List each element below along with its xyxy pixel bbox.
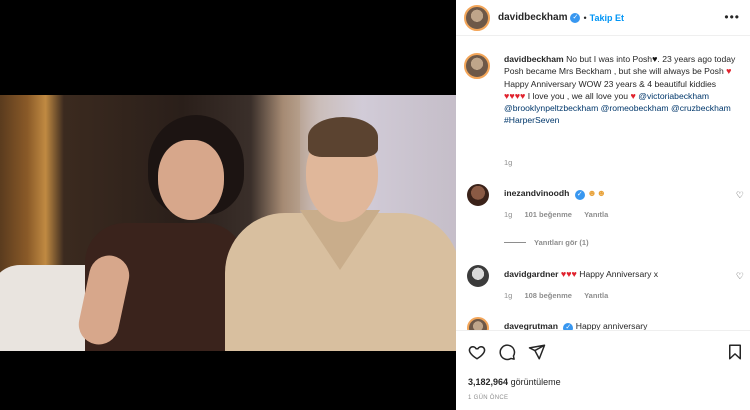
share-send-icon[interactable] [528, 343, 546, 361]
like-heart-icon[interactable] [468, 343, 486, 361]
post-panel: davidbeckham ✓ • Takip Et ••• davidbeckh… [456, 0, 750, 410]
comment-username[interactable]: davidgardner [504, 269, 558, 279]
caption-avatar[interactable] [464, 53, 490, 79]
save-bookmark-icon[interactable] [726, 343, 744, 361]
video-player[interactable] [0, 95, 456, 351]
comment-reply-button[interactable]: Yanıtla [584, 291, 608, 300]
verified-badge-icon: ✓ [570, 12, 581, 23]
red-hearts-icon: ♥♥♥♥ [504, 90, 526, 101]
video-person-left-face [158, 140, 224, 220]
comment-meta: 1g 108 beğenme Yanıtla [504, 291, 618, 300]
comment-body: davidgardner ♥♥♥ Happy Anniversary x [504, 269, 658, 279]
comment-time: 1g [504, 291, 513, 300]
caption-text: davidbeckham No but I was into Posh ♥ . 23… [504, 53, 736, 127]
comment-avatar[interactable] [467, 317, 489, 330]
comment-avatar[interactable] [467, 184, 489, 206]
heart-eyes-emoji-icon: ☻☻ [587, 188, 607, 198]
comment-username[interactable]: inezandvinoodh [504, 188, 569, 198]
comment-body: inezandvinoodh ✓ ☻☻ [504, 188, 606, 200]
mention-victoriabeckham[interactable]: @victoriabeckham [638, 91, 709, 101]
view-replies-label[interactable]: Yanıtları gör (1) [534, 238, 589, 247]
video-person-right-hair [308, 117, 378, 157]
caption-time: 1g [504, 158, 513, 167]
mention-romeobeckham[interactable]: @romeobeckham [601, 103, 669, 113]
caption-line5a: I love you , we all love you [527, 90, 629, 101]
caption-username[interactable]: davidbeckham [504, 54, 564, 64]
instagram-post-window: davidbeckham ✓ • Takip Et ••• davidbeckh… [0, 0, 750, 410]
comment-reply-button[interactable]: Yanıtla [584, 210, 608, 219]
comment-avatar[interactable] [467, 265, 489, 287]
views-label: görüntüleme [510, 377, 561, 387]
hashtag-harperseven[interactable]: #HarperSeven [504, 115, 559, 125]
comment-item: davegrutman ✓ Happy anniversary [464, 317, 744, 330]
comment-time: 1g [504, 210, 513, 219]
replies-line [504, 242, 526, 243]
author-avatar[interactable] [464, 4, 490, 31]
comment-username[interactable]: davegrutman [504, 321, 558, 330]
comment-text: Happy Anniversary x [579, 269, 659, 279]
comment-likes[interactable]: 101 beğenme [524, 210, 572, 219]
red-heart-icon: ♥ [726, 66, 732, 77]
verified-badge-icon: ✓ [574, 190, 585, 200]
caption-line4: WOW 23 years & 4 beautiful kiddies [578, 78, 717, 89]
comment-like-heart-icon[interactable]: ♡ [736, 190, 744, 201]
posted-ago: 1 GÜN ÖNCE [468, 395, 509, 401]
comment-like-heart-icon[interactable]: ♡ [736, 271, 744, 282]
author-username[interactable]: davidbeckham [498, 12, 567, 23]
mention-cruzbeckham[interactable]: @cruzbeckham [671, 103, 731, 113]
comment-item: inezandvinoodh ✓ ☻☻ 1g 101 beğenme Yanıt… [464, 184, 744, 224]
comment-meta: 1g 101 beğenme Yanıtla [504, 210, 618, 219]
comment-bubble-icon[interactable] [498, 343, 516, 361]
post-header: davidbeckham ✓ • Takip Et ••• [456, 0, 750, 36]
views-count: 3,182,964 görüntüleme [468, 377, 561, 387]
caption-line3b: Happy Anniversary [504, 78, 577, 89]
red-hearts-icon: ♥♥♥ [560, 269, 577, 279]
comment-likes[interactable]: 108 beğenme [524, 291, 572, 300]
more-icon[interactable]: ••• [724, 10, 740, 24]
views-number: 3,182,964 [468, 377, 509, 387]
header-separator: • [583, 12, 587, 23]
caption-line3a: she will always be Posh [632, 66, 724, 77]
comment-item: davidgardner ♥♥♥ Happy Anniversary x 1g … [464, 265, 744, 305]
verified-badge-icon: ✓ [563, 323, 574, 330]
caption-line1: No but I was into Posh [566, 54, 653, 64]
comment-body: davegrutman ✓ Happy anniversary [504, 321, 647, 330]
view-replies[interactable]: Yanıtları gör (1) [504, 238, 589, 247]
mention-brooklynpeltzbeckham[interactable]: @brooklynpeltzbeckham [504, 103, 598, 113]
comments-scroll-area[interactable]: davidbeckham No but I was into Posh ♥ . 23… [456, 37, 750, 330]
follow-button[interactable]: Takip Et [590, 13, 624, 23]
media-area[interactable] [0, 0, 456, 410]
red-heart-icon-2: ♥ [630, 90, 636, 101]
post-actions: 3,182,964 görüntüleme 1 GÜN ÖNCE [456, 330, 750, 410]
caption-line1b: . 23 [657, 54, 672, 64]
comment-text: Happy anniversary [575, 321, 648, 330]
